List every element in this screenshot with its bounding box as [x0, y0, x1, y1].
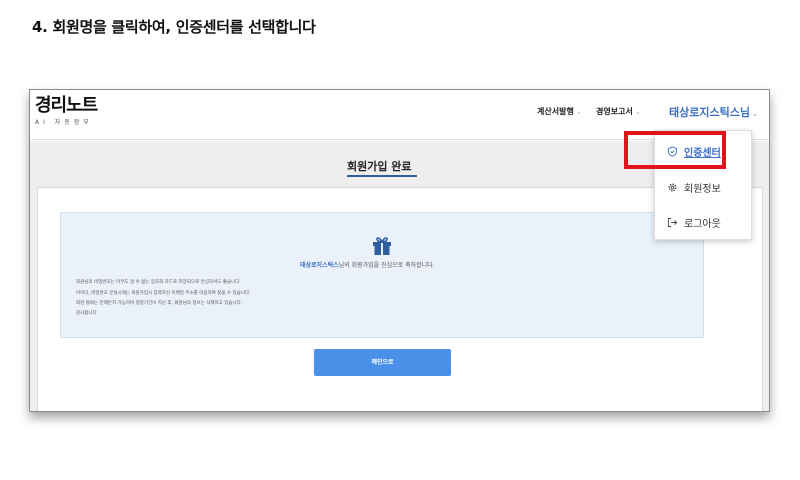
title-underline: [347, 175, 417, 177]
instruction-heading: 4. 회원명을 클릭하여, 인증센터를 선택합니다: [32, 18, 316, 36]
menu-item-member-info[interactable]: 회원정보: [655, 174, 751, 200]
user-menu-label: 태상로지스틱스님: [669, 106, 750, 119]
menu-item-logout-label: 로그아웃: [684, 218, 721, 230]
chevron-down-icon: ⌄: [751, 110, 758, 118]
menu-item-member-info-label: 회원정보: [684, 183, 721, 195]
gift-icon: [373, 237, 391, 255]
app-logo[interactable]: 경리노트 AI 자동장부: [35, 95, 98, 127]
page-title: 회원가입 완료: [347, 160, 412, 173]
menu-item-logout[interactable]: 로그아웃: [655, 209, 751, 235]
nav-management-report[interactable]: 경영보고서 ⌄: [596, 106, 641, 117]
chevron-down-icon: ⌄: [575, 108, 582, 116]
logo-title: 경리노트: [35, 95, 98, 116]
nav-tax-invoice-label: 계산서발행: [537, 107, 574, 116]
notice-line: 회원님의 비밀번호는 아무도 알 수 없는 암호화 코드로 저장되므로 안심하셔…: [76, 280, 241, 285]
go-main-button[interactable]: 메인으로: [314, 349, 451, 376]
logout-icon: [667, 217, 678, 227]
gear-icon: [668, 183, 677, 191]
user-menu[interactable]: 태상로지스틱스님 ⌄: [669, 104, 758, 120]
logo-subtitle: AI 자동장부: [35, 119, 93, 126]
notice-line: 아이디, 비밀번호 분실시에는 회원가입시 입력하신 이메일 주소를 이용하여 …: [76, 291, 251, 296]
nav-management-report-label: 경영보고서: [596, 107, 633, 116]
member-name: 태상로지스틱스: [300, 262, 339, 269]
nav-tax-invoice[interactable]: 계산서발행 ⌄: [537, 106, 582, 117]
congratulation-message: 님의 회원가입을 진심으로 축하합니다.: [338, 262, 435, 269]
notice-line: 회원 탈퇴는 언제든지 가능하며 일정기간이 지난 후, 회원님의 정보는 삭제…: [76, 301, 243, 306]
notice-line: 감사합니다.: [76, 311, 99, 316]
congratulation-text: 태상로지스틱스님의 회원가입을 진심으로 축하합니다.: [300, 260, 435, 269]
chevron-down-icon: ⌄: [634, 108, 641, 116]
highlight-box: [624, 131, 726, 169]
welcome-message-box: [60, 212, 704, 338]
